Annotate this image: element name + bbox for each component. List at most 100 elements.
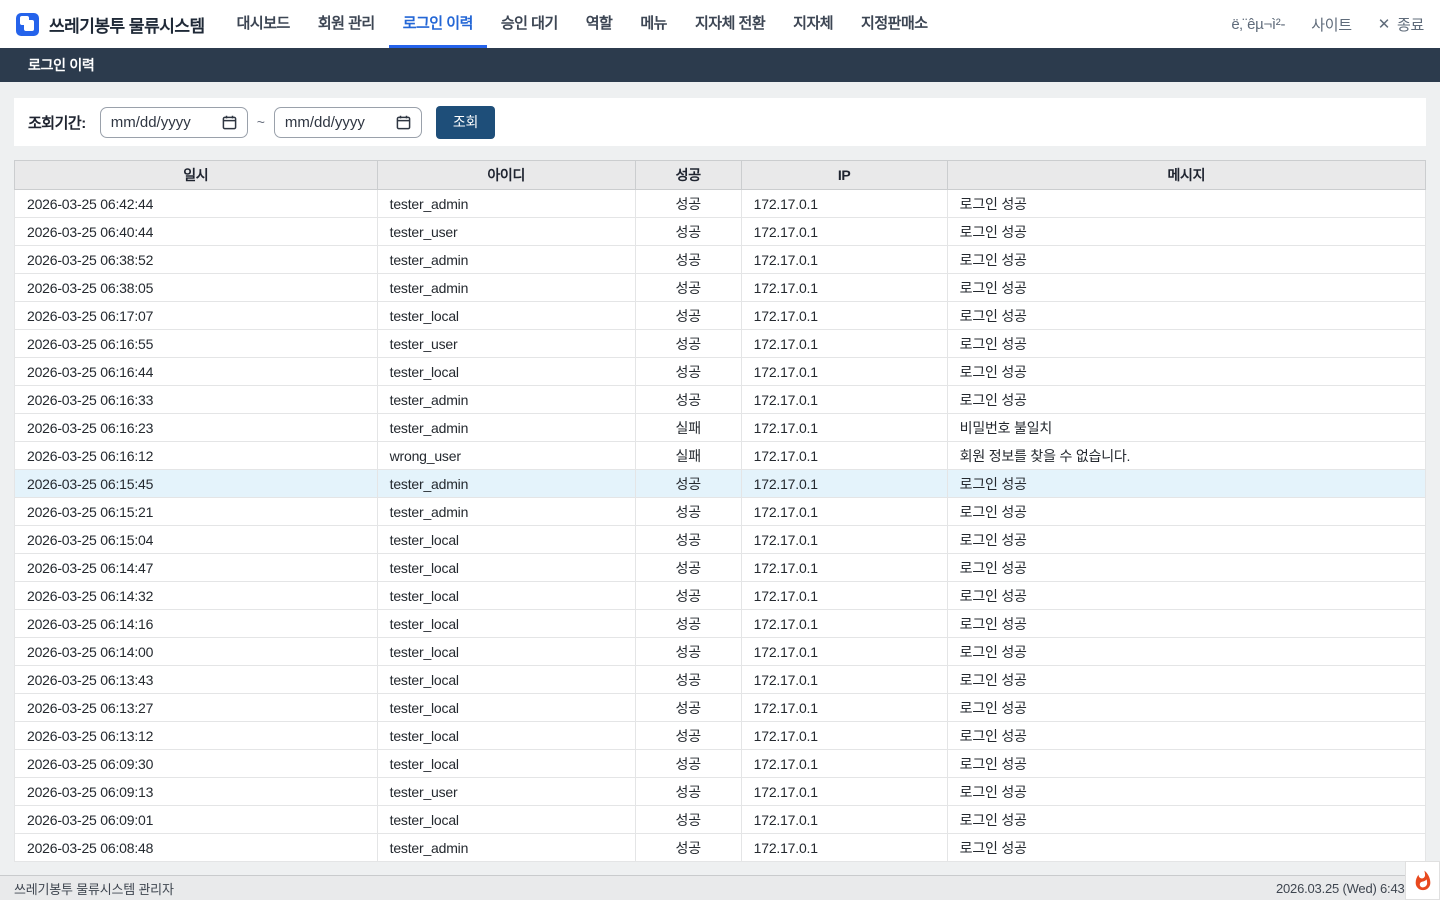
table-row[interactable]: 2026-03-25 06:13:43 tester_local 성공 172.…: [15, 666, 1426, 694]
nav-item-2[interactable]: 로그인 이력: [389, 0, 487, 48]
cell-ip: 172.17.0.1: [741, 274, 947, 302]
nav-item-8[interactable]: 지정판매소: [847, 0, 942, 48]
table-row[interactable]: 2026-03-25 06:16:12 wrong_user 실패 172.17…: [15, 442, 1426, 470]
cell-ip: 172.17.0.1: [741, 498, 947, 526]
cell-message: 로그인 성공: [947, 778, 1425, 806]
nav-item-3[interactable]: 승인 대기: [487, 0, 572, 48]
cell-user-id: tester_user: [377, 778, 635, 806]
cell-ip: 172.17.0.1: [741, 414, 947, 442]
end-date-placeholder: mm/dd/yyyy: [285, 114, 365, 131]
cell-message: 로그인 성공: [947, 330, 1425, 358]
exit-button[interactable]: ✕ 종료: [1378, 14, 1424, 35]
start-date-input[interactable]: mm/dd/yyyy: [100, 107, 248, 138]
table-row[interactable]: 2026-03-25 06:38:52 tester_admin 성공 172.…: [15, 246, 1426, 274]
search-button[interactable]: 조회: [436, 106, 495, 139]
cell-result: 성공: [635, 386, 741, 414]
cell-message: 로그인 성공: [947, 470, 1425, 498]
cell-result: 성공: [635, 302, 741, 330]
table-header: 일시 아이디 성공 IP 메시지: [15, 161, 1426, 190]
debug-toolbar-toggle[interactable]: [1405, 861, 1440, 900]
date-range-label: 조회기간:: [28, 112, 86, 133]
cell-ip: 172.17.0.1: [741, 806, 947, 834]
cell-datetime: 2026-03-25 06:14:32: [15, 582, 378, 610]
cell-datetime: 2026-03-25 06:42:44: [15, 190, 378, 218]
cell-user-id: tester_admin: [377, 386, 635, 414]
footer-left-text: 쓰레기봉투 물류시스템 관리자: [14, 879, 174, 898]
cell-result: 성공: [635, 722, 741, 750]
cell-ip: 172.17.0.1: [741, 778, 947, 806]
header-right: ë‚¨êµ¬ì²- 사이트 ✕ 종료: [1231, 14, 1424, 35]
table-row[interactable]: 2026-03-25 06:16:55 tester_user 성공 172.1…: [15, 330, 1426, 358]
table-row[interactable]: 2026-03-25 06:14:47 tester_local 성공 172.…: [15, 554, 1426, 582]
cell-datetime: 2026-03-25 06:38:05: [15, 274, 378, 302]
table-row[interactable]: 2026-03-25 06:14:00 tester_local 성공 172.…: [15, 638, 1426, 666]
cell-message: 로그인 성공: [947, 498, 1425, 526]
cell-user-id: tester_local: [377, 610, 635, 638]
cell-message: 로그인 성공: [947, 666, 1425, 694]
app-logo-icon: [16, 13, 39, 36]
cell-ip: 172.17.0.1: [741, 694, 947, 722]
end-date-input[interactable]: mm/dd/yyyy: [274, 107, 422, 138]
table-row[interactable]: 2026-03-25 06:42:44 tester_admin 성공 172.…: [15, 190, 1426, 218]
table-row[interactable]: 2026-03-25 06:13:27 tester_local 성공 172.…: [15, 694, 1426, 722]
range-separator: ~: [257, 114, 265, 130]
cell-message: 로그인 성공: [947, 190, 1425, 218]
cell-user-id: tester_local: [377, 554, 635, 582]
table-row[interactable]: 2026-03-25 06:16:23 tester_admin 실패 172.…: [15, 414, 1426, 442]
table-row[interactable]: 2026-03-25 06:38:05 tester_admin 성공 172.…: [15, 274, 1426, 302]
cell-datetime: 2026-03-25 06:09:13: [15, 778, 378, 806]
table-row[interactable]: 2026-03-25 06:15:45 tester_admin 성공 172.…: [15, 470, 1426, 498]
cell-user-id: tester_local: [377, 666, 635, 694]
cell-result: 성공: [635, 554, 741, 582]
app-title: 쓰레기봉투 물류시스템: [49, 12, 205, 37]
site-link[interactable]: 사이트: [1311, 14, 1352, 35]
nav-item-0[interactable]: 대시보드: [223, 0, 304, 48]
cell-ip: 172.17.0.1: [741, 750, 947, 778]
nav-item-4[interactable]: 역할: [572, 0, 627, 48]
cell-result: 성공: [635, 806, 741, 834]
table-row[interactable]: 2026-03-25 06:15:04 tester_local 성공 172.…: [15, 526, 1426, 554]
main-nav: 대시보드회원 관리로그인 이력승인 대기역할메뉴지자체 전환지자체지정판매소: [223, 0, 942, 48]
table-row[interactable]: 2026-03-25 06:16:44 tester_local 성공 172.…: [15, 358, 1426, 386]
cell-ip: 172.17.0.1: [741, 442, 947, 470]
cell-result: 실패: [635, 414, 741, 442]
cell-message: 로그인 성공: [947, 218, 1425, 246]
cell-message: 로그인 성공: [947, 358, 1425, 386]
nav-item-7[interactable]: 지자체: [779, 0, 847, 48]
table-row[interactable]: 2026-03-25 06:40:44 tester_user 성공 172.1…: [15, 218, 1426, 246]
table-row[interactable]: 2026-03-25 06:16:33 tester_admin 성공 172.…: [15, 386, 1426, 414]
table-row[interactable]: 2026-03-25 06:14:16 tester_local 성공 172.…: [15, 610, 1426, 638]
cell-user-id: wrong_user: [377, 442, 635, 470]
nav-item-6[interactable]: 지자체 전환: [681, 0, 779, 48]
cell-datetime: 2026-03-25 06:14:16: [15, 610, 378, 638]
cell-user-id: tester_admin: [377, 834, 635, 862]
cell-datetime: 2026-03-25 06:16:33: [15, 386, 378, 414]
cell-message: 로그인 성공: [947, 526, 1425, 554]
cell-datetime: 2026-03-25 06:13:12: [15, 722, 378, 750]
login-history-table-wrap: 일시 아이디 성공 IP 메시지 2026-03-25 06:42:44 tes…: [14, 160, 1426, 862]
cell-ip: 172.17.0.1: [741, 582, 947, 610]
cell-user-id: tester_admin: [377, 470, 635, 498]
col-result: 성공: [635, 161, 741, 190]
table-row[interactable]: 2026-03-25 06:09:01 tester_local 성공 172.…: [15, 806, 1426, 834]
cell-result: 성공: [635, 358, 741, 386]
table-row[interactable]: 2026-03-25 06:14:32 tester_local 성공 172.…: [15, 582, 1426, 610]
cell-datetime: 2026-03-25 06:40:44: [15, 218, 378, 246]
table-row[interactable]: 2026-03-25 06:08:48 tester_admin 성공 172.…: [15, 834, 1426, 862]
cell-message: 로그인 성공: [947, 582, 1425, 610]
nav-item-1[interactable]: 회원 관리: [304, 0, 389, 48]
cell-ip: 172.17.0.1: [741, 190, 947, 218]
table-row[interactable]: 2026-03-25 06:13:12 tester_local 성공 172.…: [15, 722, 1426, 750]
cell-user-id: tester_local: [377, 526, 635, 554]
cell-user-id: tester_admin: [377, 498, 635, 526]
table-row[interactable]: 2026-03-25 06:09:13 tester_user 성공 172.1…: [15, 778, 1426, 806]
cell-message: 회원 정보를 찾을 수 없습니다.: [947, 442, 1425, 470]
table-row[interactable]: 2026-03-25 06:15:21 tester_admin 성공 172.…: [15, 498, 1426, 526]
cell-datetime: 2026-03-25 06:16:44: [15, 358, 378, 386]
cell-ip: 172.17.0.1: [741, 666, 947, 694]
table-row[interactable]: 2026-03-25 06:17:07 tester_local 성공 172.…: [15, 302, 1426, 330]
nav-item-5[interactable]: 메뉴: [626, 0, 681, 48]
table-row[interactable]: 2026-03-25 06:09:30 tester_local 성공 172.…: [15, 750, 1426, 778]
col-message: 메시지: [947, 161, 1425, 190]
cell-result: 실패: [635, 442, 741, 470]
